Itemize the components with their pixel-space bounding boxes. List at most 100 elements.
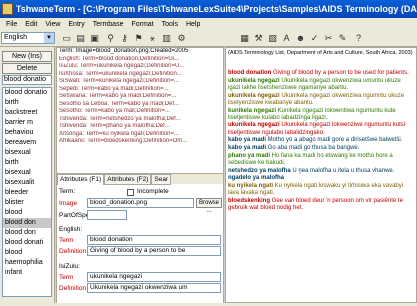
term-search-input[interactable]: blood donatio: [2, 75, 52, 85]
image-icon[interactable]: ▧: [266, 32, 279, 44]
term-list-item[interactable]: blood don: [3, 228, 51, 238]
term-list-item[interactable]: bisexualit: [3, 178, 51, 188]
incomplete-checkbox[interactable]: [127, 189, 134, 196]
en-definition-field[interactable]: Giving of blood by a person to be: [87, 246, 221, 256]
en-term-label: Term: [59, 237, 74, 244]
menu-termbase[interactable]: Termbase: [89, 21, 128, 28]
language-value: English: [4, 34, 27, 41]
scissors-icon[interactable]: ✂: [322, 32, 335, 44]
tab-attributes-f1[interactable]: Attributes (F1): [57, 174, 105, 185]
tab-search[interactable]: Sear: [151, 174, 172, 185]
menu-view[interactable]: View: [41, 21, 64, 28]
image-label: Image: [59, 200, 78, 207]
raw-field-line[interactable]: Afrikaans: Term=bloedskenking;Definition…: [57, 138, 223, 146]
raw-field-line[interactable]: IsiZulu: Term=ukunikela ngegazi;Definiti…: [57, 63, 223, 71]
search-icon[interactable]: ⚲: [104, 32, 117, 44]
term-list-item[interactable]: bereavem: [3, 138, 51, 148]
term-list-item[interactable]: blood donati: [3, 238, 51, 248]
entry-headword: blood donation: [228, 70, 272, 76]
preview-entry: ku nyikela ngati Ku nyikela ngati loswak…: [228, 183, 414, 197]
term-list-item[interactable]: birth: [3, 98, 51, 108]
raw-field-line[interactable]: SiSwati: Term=kunikela ngegazi;Definitio…: [57, 78, 223, 86]
raw-field-line[interactable]: Tshivenda: Term=netshedzo ya malofha;Def…: [57, 116, 223, 124]
preview-entry: ukunikela ngegazi Ukunikela ngegazi okwe…: [228, 93, 414, 107]
language-select[interactable]: English ▼: [1, 32, 55, 44]
raw-field-line[interactable]: Term: Image=blood_donation.png;Created=2…: [57, 48, 223, 56]
menu-entry[interactable]: Entry: [64, 21, 88, 28]
zu-definition-label: Definition: [59, 285, 87, 292]
grid-icon[interactable]: ▦: [238, 32, 251, 44]
raw-field-line[interactable]: Xitsonga: Term=ku nyikela ngati;Definiti…: [57, 131, 223, 139]
term-list-item[interactable]: behaviou: [3, 128, 51, 138]
menu-help[interactable]: Help: [182, 21, 204, 28]
term-list-item[interactable]: blood: [3, 248, 51, 258]
font-icon[interactable]: A: [280, 32, 293, 44]
term-list-item[interactable]: barrier m: [3, 118, 51, 128]
raw-field-line[interactable]: English: Term=blood donation;Definition=…: [57, 56, 223, 64]
menu-file[interactable]: File: [2, 21, 21, 28]
raw-field-line[interactable]: Sepedi: Term=kabo ya madi;Definition=...: [57, 86, 223, 94]
filter-icon[interactable]: ⚹: [146, 32, 159, 44]
spell-check-icon[interactable]: ✓: [308, 32, 321, 44]
user-icon[interactable]: ☻: [294, 32, 307, 44]
term-list-item[interactable]: bleeder: [3, 188, 51, 198]
entry-headword: netshedzo ya malofha: [228, 167, 291, 174]
en-definition-label: Definition: [59, 248, 87, 255]
raw-field-line[interactable]: Sesotho sa Leboa: Term=kabo ya madi;Def.…: [57, 101, 223, 109]
key-icon[interactable]: ⚷: [118, 32, 131, 44]
settings-icon[interactable]: ⚙: [175, 32, 188, 44]
menu-format[interactable]: Format: [127, 21, 157, 28]
open-icon[interactable]: ▤: [74, 32, 87, 44]
term-list-item[interactable]: haemophilia: [3, 258, 51, 268]
zulu-header: IsiZulu:: [59, 263, 80, 270]
preview-entry: blood donation Giving of blood by a pers…: [228, 70, 414, 77]
menu-edit[interactable]: Edit: [21, 21, 41, 28]
term-list-item[interactable]: blood donatio: [3, 88, 51, 98]
image-field[interactable]: blood_donation.png: [87, 198, 194, 208]
term-list-item[interactable]: backstreet: [3, 108, 51, 118]
term-list[interactable]: blood donatio birth backstreet barrier m beh…: [2, 87, 52, 297]
attributes-form: Term: Incomplete Image blood_donation.pn…: [57, 185, 223, 303]
preview-entry: netshedzo ya malofha U ṋea malofha u ite…: [228, 168, 414, 175]
tab-attributes-f2[interactable]: Attributes (F2): [104, 174, 152, 185]
entry-headword: ku nyikela ngati: [228, 183, 274, 190]
term-list-item[interactable]: bisexual: [3, 148, 51, 158]
source-header: (AIDS Terminology List, Department of Ar…: [228, 50, 413, 56]
raw-field-line[interactable]: IsiXhosa: Term=ukunikela ngegazi;Definit…: [57, 71, 223, 79]
menu-tools[interactable]: Tools: [158, 21, 182, 28]
raw-field-line[interactable]: Tshivenda: Term=phano ya malofha;Def...: [57, 123, 223, 131]
delete-button[interactable]: Delete: [2, 63, 52, 74]
help-icon[interactable]: ?: [352, 32, 365, 44]
new-icon[interactable]: ▭: [60, 32, 73, 44]
term-list-item[interactable]: blood: [3, 208, 51, 218]
preview-entry: ngadelo ya malofha: [228, 175, 414, 182]
en-term-field[interactable]: blood donation: [87, 235, 221, 245]
paste-icon[interactable]: ▥: [160, 32, 173, 44]
zu-term-field[interactable]: ukunikela ngegazi: [87, 272, 221, 282]
term-list-item[interactable]: birth: [3, 158, 51, 168]
raw-fields-list[interactable]: Term: Image=blood_donation.png;Created=2…: [57, 48, 223, 172]
pin-icon[interactable]: ✎: [336, 32, 349, 44]
entry-headword: ukunikela ngegazi: [228, 122, 280, 129]
term-list-item[interactable]: blood don: [3, 218, 51, 228]
preview-entry: kunikela ngegazi Kunikela ngegazi lokwen…: [228, 108, 414, 122]
new-button[interactable]: New (Ins): [2, 51, 52, 62]
entry-headword: kabo ya madi: [228, 137, 267, 144]
bookmark-icon[interactable]: ⚑: [132, 32, 145, 44]
term-list-item[interactable]: blister: [3, 198, 51, 208]
browse-button[interactable]: Browse ...: [196, 198, 222, 214]
incomplete-label: Incomplete: [137, 188, 169, 195]
term-list-item[interactable]: bisexual: [3, 168, 51, 178]
save-icon[interactable]: ▣: [88, 32, 101, 44]
tools-icon[interactable]: ⚒: [252, 32, 265, 44]
attribute-tabs: Attributes (F1) Attributes (F2) Sear: [57, 173, 223, 185]
raw-field-line[interactable]: Sesotho: Term=kabo ya mali;Definition=..…: [57, 108, 223, 116]
raw-field-line[interactable]: Setswana: Term=kabo ya madi;Definition=.…: [57, 93, 223, 101]
entry-definition: Giving of blood by a person to be used f…: [271, 70, 409, 76]
entry-headword: ngadelo ya malofha: [228, 175, 285, 182]
zu-definition-field[interactable]: Ukunikela ngegazi okwenziwa um: [87, 283, 221, 293]
window-title: TshwaneTerm - [C:\Program Files\TshwaneL…: [15, 4, 417, 14]
term-list-item[interactable]: infant: [3, 268, 51, 278]
pos-field[interactable]: [87, 210, 127, 220]
entry-headword: ukunikela ngegazi: [228, 92, 280, 99]
